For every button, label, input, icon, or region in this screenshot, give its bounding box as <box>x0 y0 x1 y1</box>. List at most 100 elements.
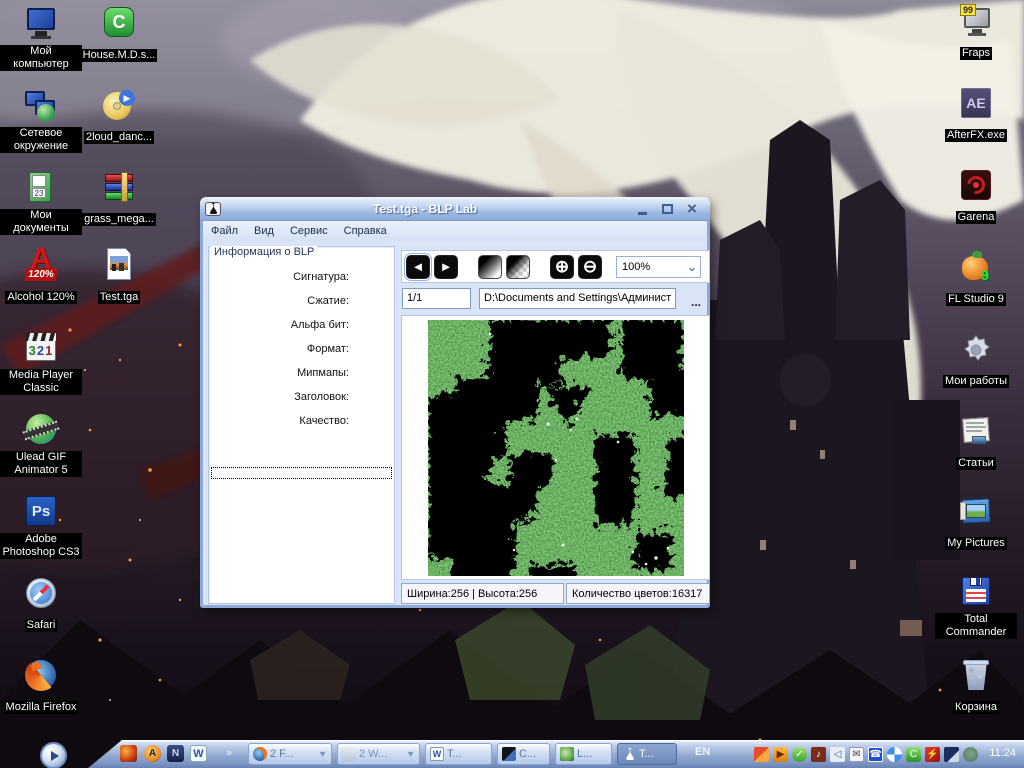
label-compression: Сжатие: <box>307 295 349 307</box>
tray-speaker-muted-icon[interactable]: ♪ <box>811 746 826 762</box>
browse-button[interactable]: ... <box>684 288 708 309</box>
image-panel <box>401 314 710 582</box>
desktop-icon-grass-mega[interactable]: grass_mega... <box>78 170 160 227</box>
desktop-icon-fl-studio[interactable]: 9 FL Studio 9 <box>935 250 1017 307</box>
desktop-icon-firefox[interactable]: Mozilla Firefox <box>0 658 82 715</box>
total-commander-icon <box>958 574 994 610</box>
desktop-icon-my-documents[interactable]: 23 Мои документы <box>0 170 82 236</box>
zoom-out-button[interactable]: ⊖ <box>578 254 602 279</box>
zoom-level-select[interactable]: 100% ⌄ <box>616 256 701 278</box>
taskbutton-c[interactable]: C... <box>497 743 550 765</box>
desktop-icon-total-commander[interactable]: Total Commander <box>935 574 1017 640</box>
desktop-icon-test-tga[interactable]: Test.tga <box>78 248 160 305</box>
file-path-field[interactable]: D:\Documents and Settings\Админист <box>479 288 676 309</box>
maximize-button[interactable] <box>659 201 675 217</box>
tray-lightning-icon[interactable]: ⚡ <box>925 746 940 762</box>
desktop-icon-afterfx[interactable]: AE AfterFX.exe <box>935 86 1017 143</box>
language-indicator[interactable]: EN <box>695 746 710 758</box>
fraps-icon: 99 <box>958 4 994 40</box>
desktop-icon-ulead-gif[interactable]: Ulead GIF Animator 5 <box>0 412 82 478</box>
title-bar[interactable]: Test.tga - BLP Lab × <box>200 197 710 221</box>
tga-file-icon <box>101 248 137 284</box>
menu-help[interactable]: Справка <box>336 222 395 240</box>
fl-studio-icon: 9 <box>958 250 994 286</box>
tray-skype-icon[interactable]: ☎ <box>868 746 883 762</box>
alcohol-120-icon: A 120% <box>23 242 59 284</box>
desktop-icon-media-player-classic[interactable]: 321 Media Player Classic <box>0 330 82 396</box>
start-button[interactable] <box>40 742 67 768</box>
desktop-icon-alcohol[interactable]: A 120% Alcohol 120% <box>0 242 82 305</box>
window-title: Test.tga - BLP Lab <box>372 201 478 216</box>
dark-app-icon <box>502 747 516 761</box>
chevron-down-icon: ▼ <box>318 749 327 759</box>
menu-view[interactable]: Вид <box>246 222 282 240</box>
status-color-count: Количество цветов:16317 <box>566 583 710 604</box>
desktop-icon-my-pictures[interactable]: My Pictures <box>935 494 1017 551</box>
taskbutton-l[interactable]: L... <box>555 743 612 765</box>
minimize-button[interactable] <box>634 201 650 217</box>
desktop-icon-recycle-bin[interactable]: Корзина <box>935 658 1017 715</box>
taskbutton-word-doc[interactable]: W T... <box>425 743 492 765</box>
file-row: 1/1 D:\Documents and Settings\Админист .… <box>401 288 710 310</box>
desktop-icon-photoshop[interactable]: Ps Adobe Photoshop CS3 <box>0 494 82 560</box>
tray-mail-icon[interactable]: ✉ <box>849 746 864 762</box>
status-dimensions: Ширина:256 | Высота:256 <box>401 583 564 604</box>
label-quality: Качество: <box>299 415 349 427</box>
gradient-view-button[interactable] <box>478 254 502 279</box>
bittorrent-icon: C <box>101 6 137 42</box>
label-mipmaps: Мипмапы: <box>297 367 349 379</box>
tray-ball-icon[interactable] <box>887 746 902 762</box>
zoom-in-button[interactable]: ⊕ <box>550 254 574 279</box>
my-pictures-icon <box>958 494 994 530</box>
menu-service[interactable]: Сервис <box>282 222 336 240</box>
desktop-icon-my-computer[interactable]: Мой компьютер <box>0 6 82 72</box>
tray-nvidia-icon[interactable] <box>963 746 978 762</box>
tray-grid-icon[interactable] <box>754 746 769 762</box>
safari-icon <box>23 576 59 612</box>
word-doc-icon: W <box>430 747 444 761</box>
after-effects-icon: AE <box>958 86 994 122</box>
my-computer-icon <box>23 6 59 42</box>
status-bar: Ширина:256 | Высота:256 Количество цвето… <box>401 583 710 604</box>
desktop-icon-my-works[interactable]: Мои работы <box>935 332 1017 389</box>
photoshop-cs3-icon: Ps <box>23 494 59 530</box>
label-header: Заголовок: <box>294 391 349 403</box>
desktop-icon-2loud-danc[interactable]: ▶ 2loud_danc... <box>78 88 160 145</box>
groupbox-legend: Информация о BLP <box>211 246 318 258</box>
prev-mipmap-button[interactable]: ◄ <box>404 252 432 281</box>
tray-shield-check-icon[interactable]: ✓ <box>792 746 807 762</box>
taskbutton-group-2[interactable]: 2 W... ▼ <box>337 743 420 765</box>
garena-icon <box>958 168 994 204</box>
desktop-icon-safari[interactable]: Safari <box>0 576 82 633</box>
viewer-column: ◄ ► ⊕ ⊖ 100% ⌄ 1/1 D:\Documents and Sett… <box>401 241 710 604</box>
ulead-gif-animator-icon <box>22 412 60 448</box>
label-format: Формат: <box>306 343 349 355</box>
quicklaunch-overflow-chevron[interactable]: » <box>226 747 232 759</box>
page-index-field[interactable]: 1/1 <box>402 288 471 309</box>
taskbutton-blp-lab-active[interactable]: T... <box>617 743 677 765</box>
quicklaunch-aimp-icon[interactable]: A <box>144 745 161 762</box>
tray-play-icon[interactable]: ▶ <box>773 746 788 762</box>
client-area: Информация о BLP Сигнатура: Сжатие: Альф… <box>203 241 710 605</box>
menu-file[interactable]: Файл <box>203 222 246 240</box>
next-mipmap-button[interactable]: ► <box>434 254 458 279</box>
desktop-icon-articles[interactable]: Статьи <box>935 414 1017 471</box>
alpha-view-button[interactable] <box>506 254 530 279</box>
window-icon <box>342 747 356 761</box>
blp-lab-window: Test.tga - BLP Lab × Файл Вид Сервис Спр… <box>200 197 710 608</box>
texture-preview[interactable] <box>422 314 690 582</box>
tray-speaker-icon[interactable]: ◁ <box>830 746 845 762</box>
mpc-icon: 321 <box>23 330 59 366</box>
taskbutton-firefox-group[interactable]: 2 F... ▼ <box>248 743 332 765</box>
quicklaunch-n-icon[interactable]: N <box>167 745 184 762</box>
quicklaunch-word-icon[interactable]: W <box>190 745 207 762</box>
desktop-icon-fraps[interactable]: 99 Fraps <box>935 4 1017 61</box>
quicklaunch-flame-icon[interactable] <box>120 745 137 762</box>
desktop-icon-garena[interactable]: Garena <box>935 168 1017 225</box>
info-empty-field[interactable] <box>211 467 392 479</box>
close-button[interactable]: × <box>684 200 700 217</box>
desktop-icon-network-places[interactable]: Сетевое окружение <box>0 88 82 154</box>
tray-utorrent-icon[interactable]: C <box>906 746 921 762</box>
desktop-icon-house-md[interactable]: C House.M.D.s... <box>78 6 160 63</box>
tray-video-icon[interactable] <box>944 746 959 762</box>
